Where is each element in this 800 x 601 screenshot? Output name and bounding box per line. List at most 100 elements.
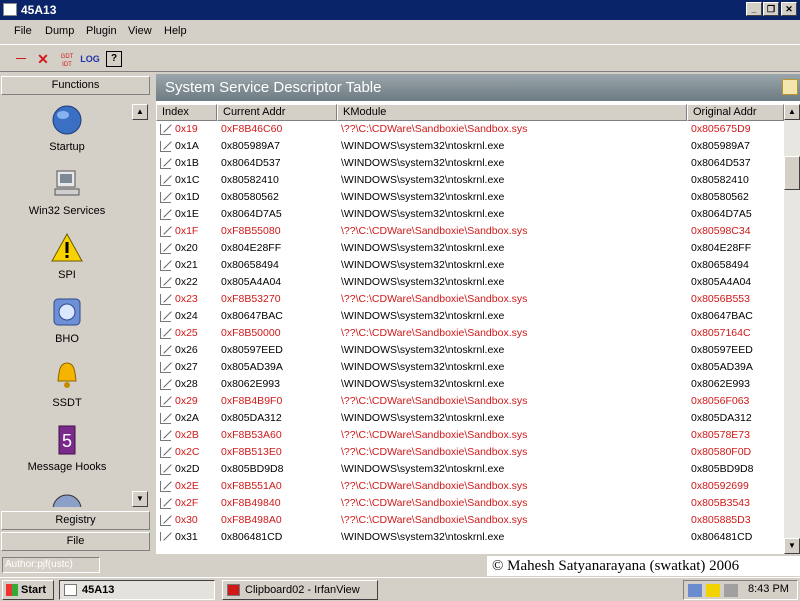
minimize-button[interactable]: _ [746,2,762,16]
function-label: SPI [58,269,76,281]
table-row[interactable]: 0x22 0x805A4A04 \WINDOWS\system32\ntoskrnl… [156,274,784,291]
cell-kmodule: \??\C:\CDWare\Sandboxie\Sandbox.sys [341,293,528,305]
cell-index: 0x31 [175,531,198,541]
task-irfanview[interactable]: Clipboard02 - IrfanView [222,580,378,600]
table-row[interactable]: 0x29 0xF8B4B9F0 \??\C:\CDWare\Sandboxie\Sa… [156,393,784,410]
table-row[interactable]: 0x2E 0xF8B551A0 \??\C:\CDWare\Sandboxie\Sa… [156,478,784,495]
table-row[interactable]: 0x1C 0x80582410 \WINDOWS\system32\ntoskrnl… [156,172,784,189]
table-row[interactable]: 0x1F 0xF8B55080 \??\C:\CDWare\Sandboxie\Sa… [156,223,784,240]
shield-icon[interactable] [706,584,720,597]
cell-kmodule: \??\C:\CDWare\Sandboxie\Sandbox.sys [341,429,528,441]
cell-original-addr: 0x8056B553 [691,293,750,305]
cell-original-addr: 0x805DA312 [691,412,752,424]
table-row[interactable]: 0x31 0x806481CD \WINDOWS\system32\ntoskrnl… [156,529,784,541]
clock: 8:43 PM [748,583,789,595]
cell-original-addr: 0x80580F0D [691,446,752,458]
menu-dump[interactable]: Dump [45,25,74,37]
table-row[interactable]: 0x2B 0xF8B53A60 \??\C:\CDWare\Sandboxie\Sa… [156,427,784,444]
table-row[interactable]: 0x23 0xF8B53270 \??\C:\CDWare\Sandboxie\Sa… [156,291,784,308]
registry-header[interactable]: Registry [1,511,150,530]
functions-list: Startup Win32 Services SPI BHO SSDT 5 Me… [1,95,151,582]
log-icon[interactable]: LOG [80,50,100,68]
column-index[interactable]: Index [156,104,217,121]
table-row[interactable]: 0x21 0x80658494 \WINDOWS\system32\ntoskrnl… [156,257,784,274]
cell-current-addr: 0xF8B513E0 [221,446,282,458]
help-icon[interactable]: ? [106,51,122,67]
column-kmodule[interactable]: KModule [337,104,687,121]
table-row[interactable]: 0x26 0x80597EED \WINDOWS\system32\ntoskrnl… [156,342,784,359]
table-row[interactable]: 0x1A 0x805989A7 \WINDOWS\system32\ntoskrnl… [156,138,784,155]
menu-view[interactable]: View [128,25,152,37]
table-row[interactable]: 0x27 0x805AD39A \WINDOWS\system32\ntoskrnl… [156,359,784,376]
task-label: Clipboard02 - IrfanView [245,584,360,596]
table-row[interactable]: 0x2F 0xF8B49840 \??\C:\CDWare\Sandboxie\Sa… [156,495,784,512]
minus-icon[interactable]: — [13,50,29,68]
cell-original-addr: 0x805AD39A [691,361,753,373]
table-row[interactable]: 0x25 0xF8B50000 \??\C:\CDWare\Sandboxie\Sa… [156,325,784,342]
cell-original-addr: 0x80597EED [691,344,753,356]
table-row[interactable]: 0x30 0xF8B498A0 \??\C:\CDWare\Sandboxie\Sa… [156,512,784,529]
menu-plugin[interactable]: Plugin [86,25,117,37]
entry-icon [160,396,171,407]
table-row[interactable]: 0x19 0xF8B46C60 \??\C:\CDWare\Sandboxie\Sa… [156,121,784,138]
gdt-idt-icon[interactable]: GDT IDT [58,53,76,71]
function-startup[interactable]: Startup [1,103,133,153]
cell-original-addr: 0x80658494 [691,259,749,271]
scroll-thumb[interactable] [784,156,800,190]
cell-original-addr: 0x80580562 [691,191,749,203]
cell-kmodule: \WINDOWS\system32\ntoskrnl.exe [341,412,505,424]
functions-header[interactable]: Functions [1,76,150,95]
table-row[interactable]: 0x20 0x804E28FF \WINDOWS\system32\ntoskrnl… [156,240,784,257]
cell-current-addr: 0x80647BAC [221,310,283,322]
close-button[interactable]: ✕ [781,2,797,16]
table-row[interactable]: 0x2A 0x805DA312 \WINDOWS\system32\ntoskrnl… [156,410,784,427]
function-message-hooks[interactable]: 5 Message Hooks [1,423,133,473]
cell-index: 0x22 [175,276,198,288]
vertical-scrollbar[interactable]: ▲ ▼ [784,104,800,554]
column-current-addr[interactable]: Current Addr [217,104,337,121]
table-row[interactable]: 0x1B 0x8064D537 \WINDOWS\system32\ntoskrnl… [156,155,784,172]
menu-help[interactable]: Help [164,25,187,37]
function-ssdt[interactable]: SSDT [1,359,133,409]
scroll-up-button[interactable]: ▲ [784,104,800,120]
cell-kmodule: \??\C:\CDWare\Sandboxie\Sandbox.sys [341,123,528,135]
function-next[interactable] [1,489,133,507]
table-row[interactable]: 0x1D 0x80580562 \WINDOWS\system32\ntoskrnl… [156,189,784,206]
network-icon[interactable] [688,584,702,597]
start-button[interactable]: Start [2,580,54,600]
scroll-up-button[interactable]: ▲ [132,104,148,120]
author-label: Author:pjf(ustc) [2,557,100,573]
table-row[interactable]: 0x28 0x8062E993 \WINDOWS\system32\ntoskrnl… [156,376,784,393]
cell-kmodule: \WINDOWS\system32\ntoskrnl.exe [341,191,505,203]
function-spi[interactable]: SPI [1,231,133,281]
task-45a13[interactable]: 45A13 [59,580,215,600]
cell-kmodule: \WINDOWS\system32\ntoskrnl.exe [341,361,505,373]
table-row[interactable]: 0x1E 0x8064D7A5 \WINDOWS\system32\ntoskrnl… [156,206,784,223]
function-win32-services[interactable]: Win32 Services [1,167,133,217]
table-row[interactable]: 0x24 0x80647BAC \WINDOWS\system32\ntoskrnl… [156,308,784,325]
function-bho[interactable]: BHO [1,295,133,345]
cell-current-addr: 0xF8B53A60 [221,429,282,441]
pin-icon[interactable] [782,79,798,95]
column-original-addr[interactable]: Original Addr [687,104,784,121]
volume-icon[interactable] [724,584,738,597]
table-row[interactable]: 0x2C 0xF8B513E0 \??\C:\CDWare\Sandboxie\Sa… [156,444,784,461]
cell-original-addr: 0x805885D3 [691,514,751,526]
table-row[interactable]: 0x2D 0x805BD9D8 \WINDOWS\system32\ntoskrnl… [156,461,784,478]
functions-panel: Functions Startup Win32 Services SPI BHO… [0,74,153,582]
menu-file[interactable]: File [14,25,32,37]
delete-icon[interactable]: ✕ [35,50,51,68]
file-header[interactable]: File [1,532,150,551]
entry-icon [160,277,171,288]
cell-current-addr: 0xF8B498A0 [221,514,282,526]
entry-icon [160,124,171,135]
cell-index: 0x26 [175,344,198,356]
cell-index: 0x2E [175,480,199,492]
scroll-down-button[interactable]: ▼ [784,538,800,554]
entry-icon [160,175,171,186]
restore-button[interactable]: ❐ [763,2,779,16]
status-bar: Author:pjf(ustc) © Mahesh Satyanarayana … [0,556,800,576]
scroll-down-button[interactable]: ▼ [132,491,148,507]
cell-kmodule: \??\C:\CDWare\Sandboxie\Sandbox.sys [341,327,528,339]
cell-original-addr: 0x805B3543 [691,497,750,509]
